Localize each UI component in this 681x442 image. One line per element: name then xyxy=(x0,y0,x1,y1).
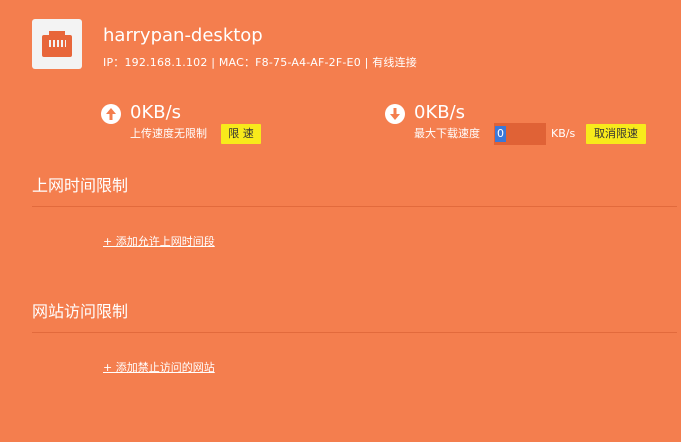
device-card: harrypan-desktop IP：192.168.1.102 | MAC：… xyxy=(0,0,681,90)
cancel-limit-button[interactable]: 取消限速 xyxy=(586,124,646,144)
site-limit-heading: 网站访问限制 xyxy=(32,302,129,321)
add-time-slot-link[interactable]: + 添加允许上网时间段 xyxy=(103,234,215,250)
upload-speed-label: 上传速度无限制 xyxy=(130,127,207,140)
download-speed-value: 0KB/s xyxy=(414,102,466,123)
download-limit-input[interactable]: 0 xyxy=(494,123,546,145)
time-limit-heading: 上网时间限制 xyxy=(32,176,129,195)
ethernet-port-icon xyxy=(42,31,72,57)
add-blocked-site-link[interactable]: + 添加禁止访问的网站 xyxy=(103,360,215,376)
set-limit-button[interactable]: 限 速 xyxy=(221,124,261,144)
section-divider xyxy=(32,206,677,207)
download-limit-unit: KB/s xyxy=(551,127,576,140)
device-info: IP：192.168.1.102 | MAC：F8-75-A4-AF-2F-E0… xyxy=(103,56,417,69)
upload-speed-value: 0KB/s xyxy=(130,102,182,123)
arrow-down-circle-icon xyxy=(385,104,405,124)
arrow-up-circle-icon xyxy=(101,104,121,124)
section-divider xyxy=(32,332,677,333)
download-limit-value: 0 xyxy=(495,126,506,142)
device-avatar xyxy=(32,19,82,69)
download-speed-label: 最大下载速度 xyxy=(414,127,480,140)
device-name: harrypan-desktop xyxy=(103,25,263,46)
